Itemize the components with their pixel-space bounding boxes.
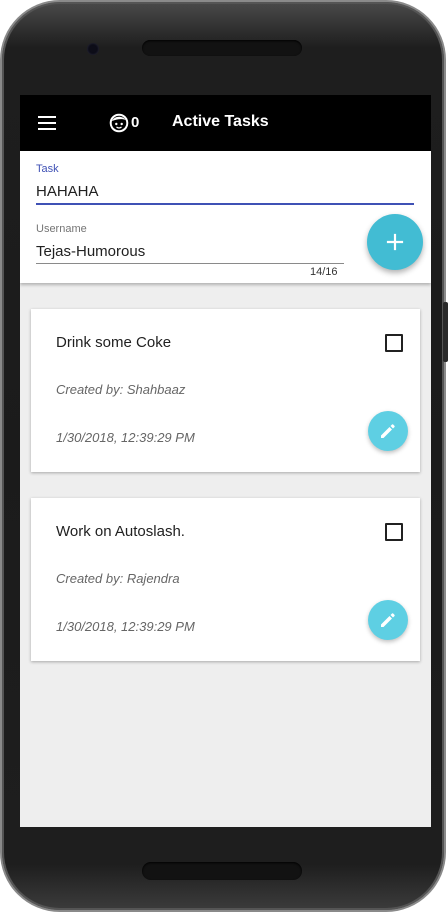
new-task-form: Task Username 14/16 [20,151,431,283]
pencil-icon [381,424,395,438]
task-date: 1/30/2018, 12:39:29 PM [56,619,195,634]
task-complete-checkbox[interactable] [385,334,403,352]
phone-frame: 0 Active Tasks Task Username 14/16 Drink… [2,2,448,910]
task-card: Drink some Coke Created by: Shahbaaz 1/3… [31,309,420,472]
power-button [443,302,448,362]
username-field-label: Username [36,223,87,235]
app-screen: 0 Active Tasks Task Username 14/16 Drink… [20,95,431,827]
app-bar: 0 Active Tasks [20,95,431,151]
plus-icon [386,233,404,251]
pencil-icon [381,613,395,627]
task-creator: Created by: Shahbaaz [56,382,186,397]
task-field-label: Task [36,163,59,175]
task-card: Work on Autoslash. Created by: Rajendra … [31,498,420,661]
add-task-button[interactable] [367,214,423,270]
task-title: Work on Autoslash. [56,523,185,540]
edit-task-button[interactable] [368,600,408,640]
hamburger-menu-icon[interactable] [38,116,56,130]
task-title: Drink some Coke [56,334,172,351]
child-face-icon [109,113,129,133]
task-complete-checkbox[interactable] [385,523,403,541]
edit-task-button[interactable] [368,411,408,451]
task-creator: Created by: Rajendra [56,571,180,586]
username-input[interactable] [36,239,344,264]
bottom-speaker [142,862,302,880]
top-speaker [142,40,302,56]
username-char-count: 14/16 [310,266,338,278]
task-input[interactable] [36,179,414,205]
active-task-count: 0 [131,114,140,131]
page-title: Active Tasks [172,113,269,130]
front-camera [87,43,99,55]
task-date: 1/30/2018, 12:39:29 PM [56,430,195,445]
